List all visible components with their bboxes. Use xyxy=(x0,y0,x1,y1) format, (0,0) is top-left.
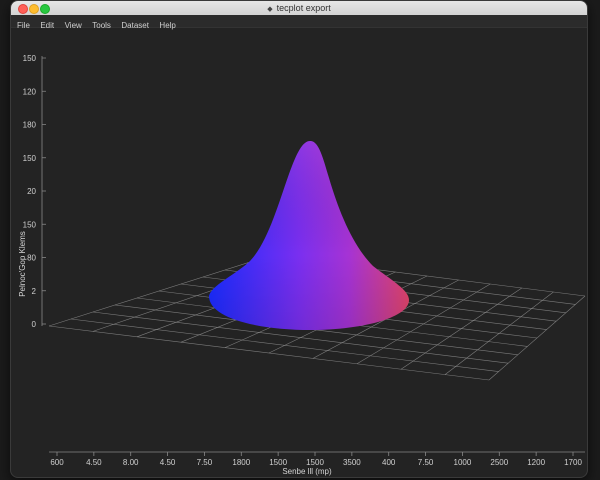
y-tick-label: 20 xyxy=(27,187,36,196)
x-tick-label: 4.50 xyxy=(160,458,176,467)
app-window: ◆ tecplot export File Edit View Tools Dat… xyxy=(10,0,588,478)
y-tick-label: 150 xyxy=(23,220,37,229)
x-tick-label: 7.50 xyxy=(197,458,213,467)
x-tick-label: 3500 xyxy=(343,458,361,467)
surface-plot[interactable]: 150120180150201508020 600 4.50 8.00 4.50 7.5… xyxy=(11,28,587,477)
y-tick-label: 80 xyxy=(27,254,36,263)
x-axis-label: Senbe lll (mp) xyxy=(282,467,332,476)
y-axis-label: Pelnoc'Gop Klems xyxy=(18,231,27,297)
x-tick-label: 600 xyxy=(50,458,64,467)
grid-line xyxy=(400,287,522,370)
x-axis-ticks: 600 4.50 8.00 4.50 7.50 1800 1500 1500 3500 400 7.… xyxy=(50,452,582,467)
title-bar[interactable]: ◆ tecplot export xyxy=(11,1,587,16)
x-tick-label: 8.00 xyxy=(123,458,139,467)
x-tick-label: 2500 xyxy=(490,458,508,467)
y-tick-label: 150 xyxy=(23,54,37,63)
plot-area[interactable]: 150 120 180 150 20 150 80 2 0 600 4.50 8.00 4.50 7.5… xyxy=(11,28,587,477)
x-tick-label: 400 xyxy=(382,458,396,467)
x-tick-label: 1700 xyxy=(564,458,582,467)
window-title-text: tecplot export xyxy=(276,3,331,13)
surface-shading xyxy=(209,140,409,330)
surface-mesh xyxy=(209,140,409,330)
x-tick-label: 1000 xyxy=(454,458,472,467)
y-tick-label: 150 xyxy=(23,154,37,163)
window-title: ◆ tecplot export xyxy=(11,1,587,15)
document-icon: ◆ xyxy=(267,6,273,13)
y-tick-label: 120 xyxy=(23,87,37,96)
x-tick-label: 7.50 xyxy=(418,458,434,467)
x-tick-label: 1800 xyxy=(232,458,250,467)
y-tick-label: 180 xyxy=(23,121,37,130)
grid-line xyxy=(488,295,586,381)
x-tick-label: 4.50 xyxy=(86,458,102,467)
menu-bar: File Edit View Tools Dataset Help xyxy=(11,15,587,30)
y-tick-label: 0 xyxy=(32,320,37,329)
x-tick-label: 1500 xyxy=(269,458,287,467)
x-tick-label: 1500 xyxy=(306,458,324,467)
x-tick-label: 1200 xyxy=(527,458,545,467)
y-tick-label: 2 xyxy=(32,287,37,296)
